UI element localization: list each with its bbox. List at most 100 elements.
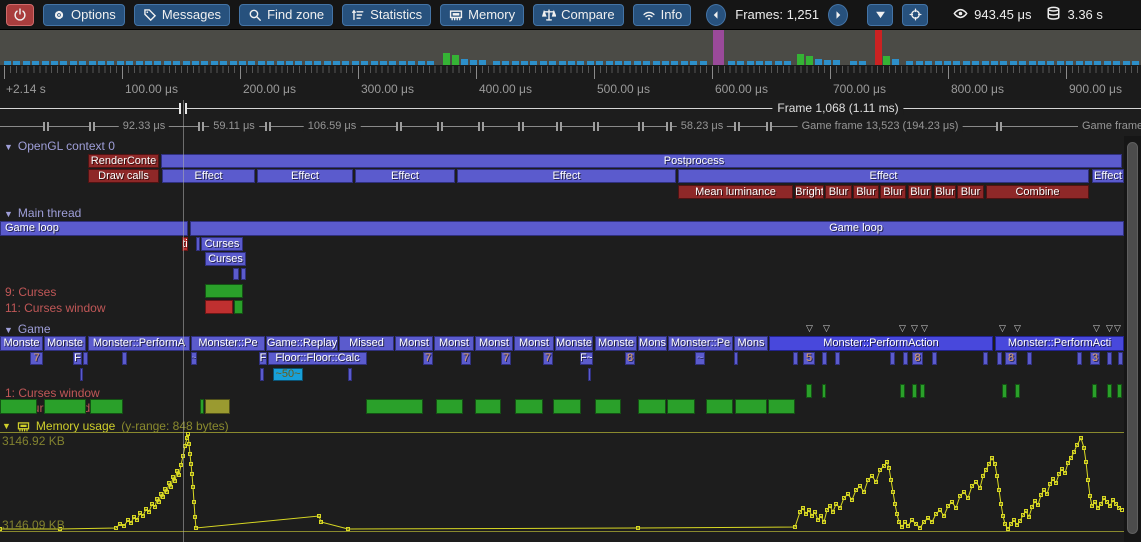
- zone-7[interactable]: 7: [461, 352, 471, 365]
- zone-game-loop[interactable]: Game loop: [0, 221, 188, 236]
- zone[interactable]: [80, 368, 83, 381]
- zone-f[interactable]: F: [73, 352, 82, 365]
- messages-button[interactable]: Messages: [134, 4, 230, 26]
- zone-monst[interactable]: Monst: [395, 336, 433, 351]
- zone-monst[interactable]: Monst: [434, 336, 474, 351]
- zone-draw-calls[interactable]: Draw calls: [88, 169, 159, 183]
- zone-monste[interactable]: Monste: [0, 336, 43, 351]
- zone-blur[interactable]: Blur: [908, 185, 932, 199]
- zone[interactable]: [44, 399, 86, 414]
- zone[interactable]: [706, 399, 733, 414]
- frame-ruler-secondary[interactable]: 92.33 μs59.11 μs106.59 μs58.23 μsGame fr…: [0, 118, 1141, 135]
- memory-usage-header[interactable]: ▼Memory usage(y-range: 848 bytes): [2, 419, 229, 433]
- find-zone-button[interactable]: Find zone: [239, 4, 333, 26]
- zone-mons[interactable]: Mons: [638, 336, 667, 351]
- zone-7[interactable]: 7: [501, 352, 511, 365]
- zone-renderconte[interactable]: RenderConte: [88, 154, 159, 168]
- message-marker-icon[interactable]: ▽: [1014, 324, 1021, 332]
- zone-monst[interactable]: Monst: [514, 336, 554, 351]
- message-marker-icon[interactable]: ▽: [999, 324, 1006, 332]
- zone[interactable]: [515, 399, 543, 414]
- zone[interactable]: [822, 384, 826, 398]
- zone-effect[interactable]: Effect: [355, 169, 455, 183]
- zone[interactable]: [932, 352, 937, 365]
- time-axis[interactable]: +2.14 s100.00 μs200.00 μs300.00 μs400.00…: [0, 65, 1141, 100]
- zone[interactable]: [595, 399, 621, 414]
- zone[interactable]: [997, 352, 1002, 365]
- message-marker-icon[interactable]: ▽: [1106, 324, 1113, 332]
- frame-overview-strip[interactable]: [0, 30, 1141, 65]
- zone[interactable]: [436, 399, 463, 414]
- zone-postprocess[interactable]: Postprocess: [161, 154, 1122, 168]
- frame-next-button[interactable]: [828, 4, 848, 26]
- zone-effect[interactable]: Effect: [678, 169, 1089, 183]
- zone[interactable]: [890, 352, 895, 365]
- collapse-arrow-icon[interactable]: ▼: [4, 325, 13, 335]
- zone[interactable]: [768, 399, 795, 414]
- zone-5[interactable]: 5: [803, 352, 815, 365]
- zone[interactable]: [90, 399, 123, 414]
- zone-effect[interactable]: Effect: [457, 169, 676, 183]
- zone[interactable]: [1027, 352, 1032, 365]
- zone-effect[interactable]: Effect: [162, 169, 255, 183]
- zone-monste[interactable]: Monste: [44, 336, 86, 351]
- zone-[interactable]: ~: [695, 352, 705, 365]
- zone-8[interactable]: 8: [912, 352, 923, 365]
- zone[interactable]: [1002, 384, 1007, 398]
- collapse-arrow-icon[interactable]: ▼: [2, 421, 11, 431]
- compare-button[interactable]: Compare: [533, 4, 623, 26]
- zone-7[interactable]: 7: [423, 352, 433, 365]
- zone-curses[interactable]: Curses: [205, 252, 246, 266]
- info-button[interactable]: Info: [633, 4, 692, 26]
- zone[interactable]: [196, 237, 200, 251]
- zone[interactable]: [260, 368, 264, 381]
- zone[interactable]: [903, 352, 908, 365]
- zone[interactable]: [122, 352, 127, 365]
- zone[interactable]: [366, 399, 423, 414]
- zone-mean-luminance[interactable]: Mean luminance: [678, 185, 793, 199]
- zone-game-replay[interactable]: Game::Replay: [266, 336, 338, 351]
- zone[interactable]: [83, 352, 88, 365]
- zone[interactable]: [806, 384, 812, 398]
- zone[interactable]: [983, 352, 988, 365]
- zone[interactable]: [1077, 352, 1082, 365]
- zone-blur[interactable]: Blur: [957, 185, 984, 199]
- zone[interactable]: [735, 399, 767, 414]
- zone-blur[interactable]: Blur: [825, 185, 852, 199]
- zone[interactable]: [1117, 384, 1122, 398]
- section-header-game[interactable]: ▼Game: [4, 322, 51, 336]
- zone[interactable]: [912, 384, 917, 398]
- zone[interactable]: [0, 399, 37, 414]
- zone-monste[interactable]: Monste: [595, 336, 637, 351]
- message-marker-icon[interactable]: ▽: [806, 324, 813, 332]
- zone-curses[interactable]: Curses: [201, 237, 243, 251]
- zone-monst[interactable]: Monst: [475, 336, 513, 351]
- zone-monster-pe[interactable]: Monster::Pe: [191, 336, 265, 351]
- message-marker-icon[interactable]: ▽: [911, 324, 918, 332]
- zone-missed[interactable]: Missed: [339, 336, 394, 351]
- zone-8[interactable]: 8: [625, 352, 635, 365]
- zone-game-loop[interactable]: Game loop: [190, 221, 1124, 236]
- zone-7[interactable]: 7: [30, 352, 43, 365]
- zone[interactable]: [900, 384, 905, 398]
- zone[interactable]: [205, 300, 233, 314]
- zone[interactable]: [793, 352, 798, 365]
- zone-monste[interactable]: Monste: [555, 336, 593, 351]
- zone-monster-performaction[interactable]: Monster::PerformAction: [769, 336, 993, 351]
- zone[interactable]: [348, 368, 352, 381]
- zone-monster-performacti[interactable]: Monster::PerformActi: [995, 336, 1124, 351]
- scrollbar-track[interactable]: [1124, 136, 1141, 542]
- memory-usage-chart[interactable]: [0, 432, 1124, 532]
- zone-8[interactable]: 8: [1005, 352, 1017, 365]
- zone[interactable]: [1107, 384, 1112, 398]
- scrollbar-thumb[interactable]: [1127, 142, 1138, 534]
- power-button[interactable]: [6, 4, 34, 26]
- memory-button[interactable]: Memory: [440, 4, 524, 26]
- message-marker-icon[interactable]: ▽: [1114, 324, 1121, 332]
- zone[interactable]: [822, 352, 827, 365]
- collapse-arrow-icon[interactable]: ▼: [4, 142, 13, 152]
- section-header-opengl-context-0[interactable]: ▼OpenGL context 0: [4, 139, 115, 153]
- zone-mons[interactable]: Mons: [734, 336, 768, 351]
- zone-effect[interactable]: Effect: [1092, 169, 1124, 183]
- zone-monster-performa[interactable]: Monster::PerformA: [88, 336, 190, 351]
